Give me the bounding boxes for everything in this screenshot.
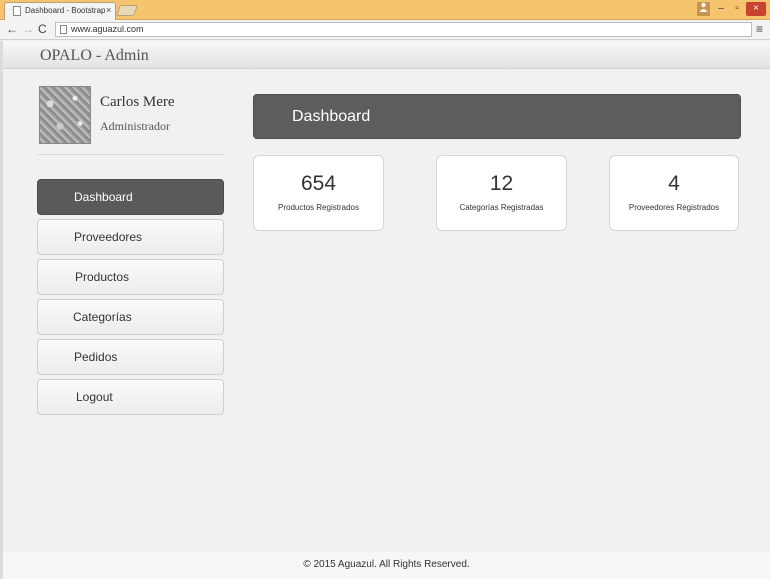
tab-close-icon[interactable]: × xyxy=(106,5,111,15)
new-tab-button[interactable] xyxy=(115,5,139,16)
stat-value: 12 xyxy=(489,172,514,195)
stat-label: Categorías Registradas xyxy=(459,203,544,212)
page-header: Dashboard xyxy=(253,94,741,139)
maximize-button[interactable]: ▫ xyxy=(730,2,744,16)
back-arrow-icon[interactable]: ← xyxy=(6,22,18,36)
stat-value: 654 xyxy=(300,172,337,195)
page-icon xyxy=(13,6,21,16)
sidebar-item-label: Dashboard xyxy=(74,190,133,204)
stat-card-categorias: 12 Categorías Registradas xyxy=(436,155,567,231)
footer: © 2015 Aguazul. All Rights Reserved. xyxy=(3,552,770,579)
sidebar-item-productos[interactable]: Productos xyxy=(37,259,224,295)
sidebar-item-label: Pedidos xyxy=(74,350,118,364)
user-icon[interactable] xyxy=(697,2,710,16)
sidebar-item-label: Categorías xyxy=(73,310,132,324)
sidebar-item-categorias[interactable]: Categorías xyxy=(37,299,224,335)
stat-label: Productos Registrados xyxy=(278,203,359,212)
sidebar-item-label: Logout xyxy=(76,390,113,404)
sidebar-item-proveedores[interactable]: Proveedores xyxy=(37,219,224,255)
user-role: Administrador xyxy=(100,119,170,133)
sidebar-item-dashboard[interactable]: Dashboard xyxy=(37,179,224,215)
user-name: Carlos Mere xyxy=(100,94,175,110)
footer-text: © 2015 Aguazul. All Rights Reserved. xyxy=(303,559,470,570)
app-header: OPALO - Admin xyxy=(3,41,770,69)
address-bar: ← → C www.aguazul.com ≡ xyxy=(0,20,770,40)
sidebar-item-label: Productos xyxy=(75,270,130,284)
stat-card-proveedores: 4 Proveedores Registrados xyxy=(609,155,739,231)
sidebar-item-label: Proveedores xyxy=(74,230,143,244)
browser-tab[interactable]: Dashboard - Bootstrap Ad × xyxy=(4,2,116,20)
minimize-button[interactable]: – xyxy=(714,2,728,16)
sidebar-item-pedidos[interactable]: Pedidos xyxy=(37,339,224,375)
page-title: Dashboard xyxy=(292,108,371,125)
page-icon xyxy=(60,25,67,34)
url-input[interactable]: www.aguazul.com xyxy=(55,22,752,37)
browser-titlebar: Dashboard - Bootstrap Ad × – ▫ × xyxy=(0,0,770,20)
tab-title: Dashboard - Bootstrap Ad xyxy=(25,6,105,15)
reload-icon[interactable]: C xyxy=(38,22,47,36)
close-window-button[interactable]: × xyxy=(746,2,766,16)
stat-label: Proveedores Registrados xyxy=(628,203,720,212)
stat-value: 4 xyxy=(668,172,680,195)
brand-title[interactable]: OPALO - Admin xyxy=(40,47,149,65)
forward-arrow-icon[interactable]: → xyxy=(22,22,34,36)
avatar xyxy=(39,86,91,144)
url-text: www.aguazul.com xyxy=(71,24,144,34)
window-edge xyxy=(0,41,3,579)
divider xyxy=(38,154,224,155)
menu-icon[interactable]: ≡ xyxy=(756,22,763,36)
sidebar-item-logout[interactable]: Logout xyxy=(37,379,224,415)
stat-card-productos: 654 Productos Registrados xyxy=(253,155,384,231)
